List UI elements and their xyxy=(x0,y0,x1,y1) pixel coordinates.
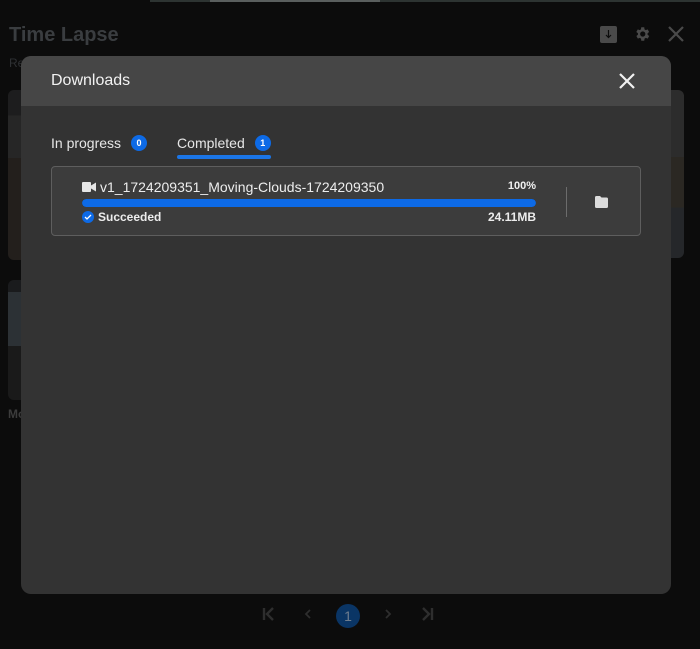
status-text: Succeeded xyxy=(98,210,162,224)
progress-bar-fill xyxy=(82,199,536,207)
close-dialog-button[interactable] xyxy=(617,71,637,91)
pagination: 1 xyxy=(258,603,438,629)
file-name: v1_1724209351_Moving-Clouds-1724209350 xyxy=(82,179,384,195)
downloads-dialog: Downloads In progress 0 Completed 1 v1_1… xyxy=(21,56,671,594)
tab-label: In progress xyxy=(51,135,122,151)
check-circle-icon xyxy=(82,211,94,223)
current-page-button[interactable]: 1 xyxy=(336,604,360,628)
first-page-icon[interactable] xyxy=(258,606,280,626)
dialog-title: Downloads xyxy=(51,72,131,89)
top-scroll-strip xyxy=(150,0,700,2)
page-title: Time Lapse xyxy=(9,24,119,46)
header-actions xyxy=(598,24,686,44)
scroll-thumb[interactable] xyxy=(210,0,380,2)
file-size: 24.11MB xyxy=(487,210,536,224)
prev-page-icon[interactable] xyxy=(297,607,319,625)
open-folder-button[interactable] xyxy=(590,191,612,213)
next-page-icon[interactable] xyxy=(377,607,399,625)
download-tabs: In progress 0 Completed 1 xyxy=(51,132,271,159)
last-page-icon[interactable] xyxy=(416,606,438,626)
tab-completed[interactable]: Completed 1 xyxy=(177,132,271,159)
gear-icon[interactable] xyxy=(632,24,652,44)
progress-bar xyxy=(82,199,536,207)
folder-icon xyxy=(594,196,608,208)
download-icon[interactable] xyxy=(598,24,618,44)
tab-count-badge: 0 xyxy=(131,135,148,151)
dialog-header: Downloads xyxy=(21,56,671,106)
download-item: v1_1724209351_Moving-Clouds-1724209350 1… xyxy=(51,166,641,236)
close-icon[interactable] xyxy=(666,24,686,44)
tab-in-progress[interactable]: In progress 0 xyxy=(51,132,148,154)
tab-label: Completed xyxy=(177,135,245,151)
download-status: Succeeded xyxy=(82,210,161,224)
divider xyxy=(566,187,567,217)
close-icon xyxy=(619,73,635,89)
file-name-text: v1_1724209351_Moving-Clouds-1724209350 xyxy=(100,179,385,195)
tab-count-badge: 1 xyxy=(254,135,271,151)
progress-percent: 100% xyxy=(507,180,536,192)
video-camera-icon xyxy=(82,182,96,192)
